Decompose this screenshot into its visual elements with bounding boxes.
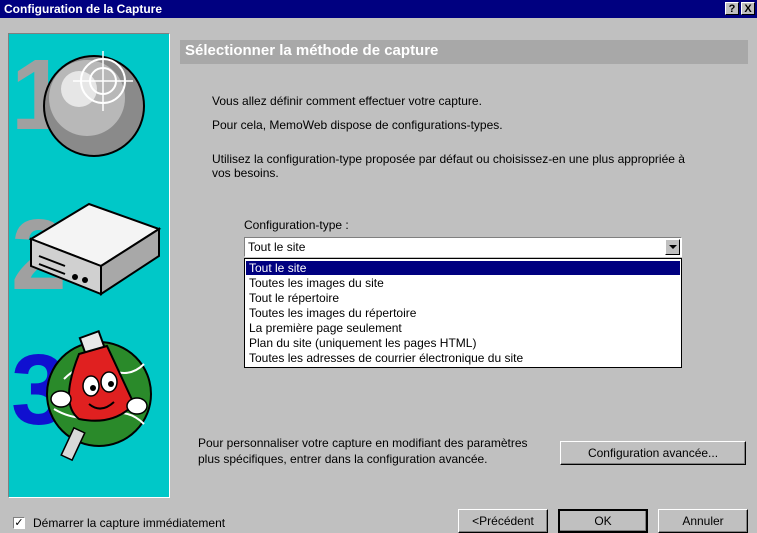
option-tout-le-repertoire[interactable]: Tout le répertoire [246,291,680,305]
intro-line-4: vos besoins. [212,166,279,180]
option-tout-le-site[interactable]: Tout le site [246,261,680,275]
help-button[interactable]: ? [725,2,739,15]
option-adresses-courrier[interactable]: Toutes les adresses de courrier électron… [246,351,680,365]
intro-line-3: Utilisez la configuration-type proposée … [212,152,685,166]
option-images-du-site[interactable]: Toutes les images du site [246,276,680,290]
option-images-du-repertoire[interactable]: Toutes les images du répertoire [246,306,680,320]
option-premiere-page[interactable]: La première page seulement [246,321,680,335]
cancel-button[interactable]: Annuler [658,509,748,533]
start-capture-checkbox[interactable]: ✓ [13,517,25,529]
window-title: Configuration de la Capture [4,2,163,16]
config-type-value: Tout le site [248,240,306,254]
dropdown-arrow-icon[interactable] [665,239,680,255]
wizard-side-panel: 1 2 3 [8,33,170,498]
advanced-hint-line-1: Pour personnaliser votre capture en modi… [198,436,528,450]
intro-line-1: Vous allez définir comment effectuer vot… [212,94,482,108]
section-header: Sélectionner la méthode de capture [180,40,748,64]
config-type-dropdown-list: Tout le site Toutes les images du site T… [244,258,682,368]
previous-button[interactable]: <Précédent [458,509,548,533]
close-button[interactable]: X [741,2,755,15]
option-plan-du-site[interactable]: Plan du site (uniquement les pages HTML) [246,336,680,350]
intro-line-2: Pour cela, MemoWeb dispose de configurat… [212,118,503,132]
capture-config-dialog: Configuration de la Capture ? X 1 2 [0,0,757,533]
start-capture-label[interactable]: Démarrer la capture immédiatement [33,516,225,530]
title-bar: Configuration de la Capture ? X [0,0,757,18]
advanced-config-button[interactable]: Configuration avancée... [560,441,746,465]
config-type-select[interactable]: Tout le site [244,237,682,257]
ok-button[interactable]: OK [558,509,648,533]
section-title: Sélectionner la méthode de capture [185,42,439,59]
wizard-illustration: 1 2 3 [11,39,162,462]
advanced-hint-line-2: plus spécifiques, entrer dans la configu… [198,452,488,466]
config-type-label: Configuration-type : [244,218,349,232]
